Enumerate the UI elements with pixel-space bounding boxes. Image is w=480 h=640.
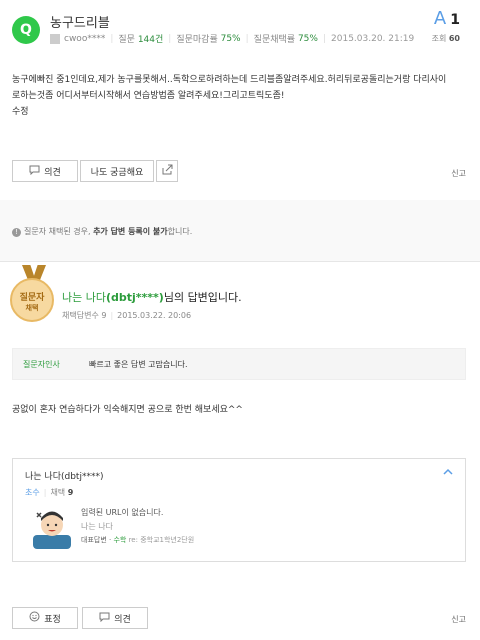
- card-url-message: 입력된 URL이 없습니다.: [81, 508, 164, 517]
- curious-button[interactable]: 나도 궁금해요: [80, 160, 154, 182]
- opinion-button-label: 의견: [44, 167, 61, 178]
- speech-bubble-icon: [99, 612, 110, 625]
- answer-count-box: A1 조회 60: [432, 8, 460, 44]
- adopted-medal-icon: 질문자 채택: [10, 278, 54, 322]
- question-header: Q 농구드리블 cwoo**** | 질문 144건 | 질문마감률 75% |…: [0, 0, 480, 56]
- report-link[interactable]: 신고: [451, 168, 466, 179]
- opinion-button[interactable]: 의견: [12, 160, 78, 182]
- question-badge: Q: [12, 16, 40, 44]
- thanks-message: 빠르고 좋은 답변 고맙습니다.: [89, 359, 188, 369]
- question-date: 2015.03.20. 21:19: [331, 33, 415, 44]
- answer-meta: 채택답변수 9 | 2015.03.22. 20:06: [62, 310, 191, 321]
- divider: |: [110, 33, 114, 44]
- question-count-label: 질문: [118, 35, 135, 45]
- card-representative-answer: 대표답변 · 수학 re: 중학교1학년2단원: [81, 536, 195, 544]
- answer-title-suffix: 님의 답변입니다.: [163, 291, 242, 304]
- question-body: 농구에빠진 중1인데요,제가 농구를못해서..독학으로하려하는데 드리블좀알려주…: [12, 72, 472, 120]
- answer-count: 1: [450, 12, 460, 28]
- answer-opinion-button[interactable]: 의견: [82, 607, 148, 629]
- answer-body: 공없이 혼자 연습하다가 익숙해지면 공으로 한번 해보세요^^: [12, 405, 243, 415]
- question-body-line: 수정: [12, 107, 29, 117]
- rep-answer-category[interactable]: 수학: [113, 536, 126, 544]
- expression-button[interactable]: 표정: [12, 607, 78, 629]
- card-rank: 초수 | 채택 9: [25, 487, 73, 498]
- question-author[interactable]: cwoo****: [64, 34, 105, 44]
- smiley-icon: [29, 611, 40, 625]
- character-avatar-icon: [31, 509, 75, 549]
- share-button[interactable]: [156, 160, 178, 182]
- card-level: 초수: [25, 488, 40, 497]
- card-adopt-label: 채택: [50, 488, 66, 497]
- view-label: 조회: [431, 34, 447, 43]
- medal-line2: 채택: [25, 304, 39, 312]
- question-count: 144건: [137, 35, 164, 45]
- curious-button-label: 나도 궁금해요: [90, 167, 144, 178]
- notice-band: ! 질문자 채택된 경우, 추가 답변 등록이 불가합니다.: [0, 200, 480, 262]
- answerer-profile-card: 나는 나다(dbtj****) 초수 | 채택 9 입력된 URL이 없습니다. 나…: [12, 458, 466, 562]
- info-icon: !: [12, 228, 21, 237]
- adopt-notice: ! 질문자 채택된 경우, 추가 답변 등록이 불가합니다.: [12, 226, 192, 237]
- thanks-label: 질문자인사: [23, 359, 60, 369]
- share-icon: [162, 164, 173, 178]
- adopt-rate: 75%: [297, 33, 318, 44]
- question-body-line: 농구에빠진 중1인데요,제가 농구를못해서..독학으로하려하는데 드리블좀알려주…: [12, 75, 447, 85]
- close-rate: 75%: [220, 33, 241, 44]
- divider: |: [322, 33, 327, 44]
- rep-answer-title[interactable]: re: 중학교1학년2단원: [129, 536, 195, 544]
- view-count: 조회 60: [432, 33, 460, 44]
- adopt-count-label: 채택답변수: [62, 311, 99, 320]
- rep-answer-label: 대표답변: [81, 536, 107, 544]
- answerer-id[interactable]: (dbtj****): [106, 291, 164, 304]
- answerer-name[interactable]: 나는 나다: [62, 291, 106, 304]
- divider: |: [168, 33, 172, 44]
- divider: |: [245, 33, 249, 44]
- answer-opinion-button-label: 의견: [114, 614, 131, 625]
- questioner-thanks-box: 질문자인사 빠르고 좋은 답변 고맙습니다.: [12, 348, 466, 380]
- speech-bubble-icon: [29, 165, 40, 178]
- answer-date: 2015.03.22. 20:06: [117, 311, 192, 320]
- adopt-count: 9: [101, 311, 107, 320]
- view-number: 60: [448, 34, 460, 43]
- card-adopt-count: 9: [67, 488, 74, 497]
- close-rate-label: 질문마감률: [176, 35, 218, 45]
- chevron-up-icon[interactable]: [443, 467, 453, 478]
- adopt-rate-label: 질문채택률: [253, 35, 296, 45]
- answer-title: 나는 나다(dbtj****)님의 답변입니다.: [62, 289, 242, 305]
- card-name[interactable]: 나는 나다(dbtj****): [25, 469, 103, 482]
- expression-button-label: 표정: [44, 614, 61, 625]
- user-avatar-icon: [50, 33, 60, 44]
- question-title: 농구드리블: [50, 16, 110, 31]
- answer-letter: A: [433, 8, 447, 29]
- medal-line1: 질문자: [19, 293, 45, 303]
- card-nickname: 나는 나다: [81, 522, 113, 531]
- divider: |: [110, 311, 114, 320]
- notice-suffix: 합니다.: [167, 227, 193, 236]
- notice-prefix: 질문자 채택된 경우,: [24, 227, 91, 236]
- divider: |: [43, 488, 47, 497]
- question-body-line: 로하는것좀 어디서부터시작해서 연습방법좀 알려주세요!그리고트릭도좀!: [12, 91, 285, 101]
- notice-bold: 추가 답변 등록이 불가: [93, 227, 168, 236]
- question-meta: cwoo**** | 질문 144건 | 질문마감률 75% | 질문채택률 7…: [50, 32, 414, 45]
- answer-report-link[interactable]: 신고: [451, 614, 466, 625]
